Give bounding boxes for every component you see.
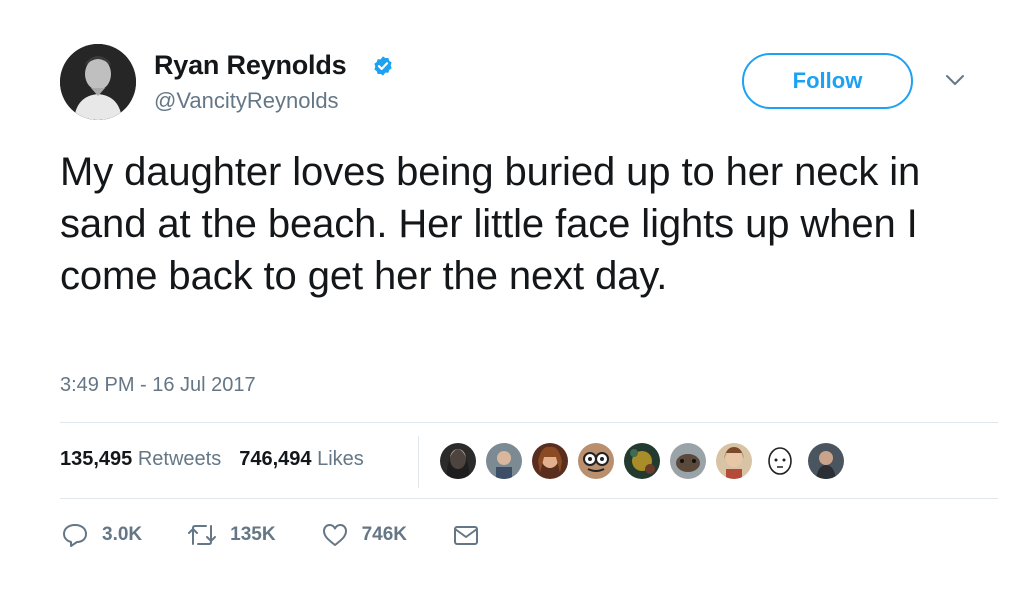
retweet-button[interactable]: 135K	[186, 520, 276, 550]
retweets-stat[interactable]: 135,495 Retweets	[60, 448, 221, 471]
liker-avatar[interactable]	[576, 441, 616, 481]
author-avatar[interactable]	[60, 44, 136, 120]
retweet-count: 135K	[230, 524, 276, 545]
divider-bottom	[60, 498, 998, 499]
follow-button[interactable]: Follow	[742, 53, 913, 109]
liker-avatar[interactable]	[806, 441, 846, 481]
like-button[interactable]: 746K	[320, 520, 407, 550]
retweets-count: 135,495	[60, 448, 133, 470]
chevron-down-icon[interactable]	[944, 70, 966, 90]
likes-stat[interactable]: 746,494 Likes	[239, 448, 364, 471]
direct-message-button[interactable]	[451, 520, 481, 550]
reply-button[interactable]: 3.0K	[60, 520, 142, 550]
tweet-timestamp[interactable]: 3:49 PM - 16 Jul 2017	[60, 374, 256, 397]
tweet-card: Ryan Reynolds @VancityReynolds Follow My…	[0, 0, 1024, 594]
liker-avatar[interactable]	[530, 441, 570, 481]
reply-icon	[63, 524, 87, 547]
author-name[interactable]: Ryan Reynolds	[154, 50, 347, 81]
verified-badge-icon	[374, 56, 392, 76]
liker-avatar[interactable]	[760, 441, 800, 481]
like-count: 746K	[361, 524, 407, 545]
tweet-actions: 3.0K 135K 746K	[60, 520, 525, 550]
stats-divider	[418, 436, 419, 488]
liker-avatars	[438, 441, 852, 481]
engagement-stats: 135,495 Retweets 746,494 Likes	[60, 448, 382, 471]
liker-avatar[interactable]	[438, 441, 478, 481]
heart-icon	[322, 524, 347, 546]
tweet-text: My daughter loves being buried up to her…	[60, 150, 921, 298]
author-handle[interactable]: @VancityReynolds	[154, 88, 339, 114]
likes-label: Likes	[317, 448, 364, 470]
reply-count: 3.0K	[102, 524, 143, 545]
envelope-icon	[453, 526, 478, 545]
liker-avatar[interactable]	[668, 441, 708, 481]
liker-avatar[interactable]	[714, 441, 754, 481]
retweets-label: Retweets	[137, 448, 222, 470]
divider-top	[60, 422, 998, 423]
liker-avatar[interactable]	[622, 441, 662, 481]
likes-count: 746,494	[239, 448, 312, 470]
liker-avatar[interactable]	[484, 441, 524, 481]
retweet-icon	[188, 525, 217, 545]
